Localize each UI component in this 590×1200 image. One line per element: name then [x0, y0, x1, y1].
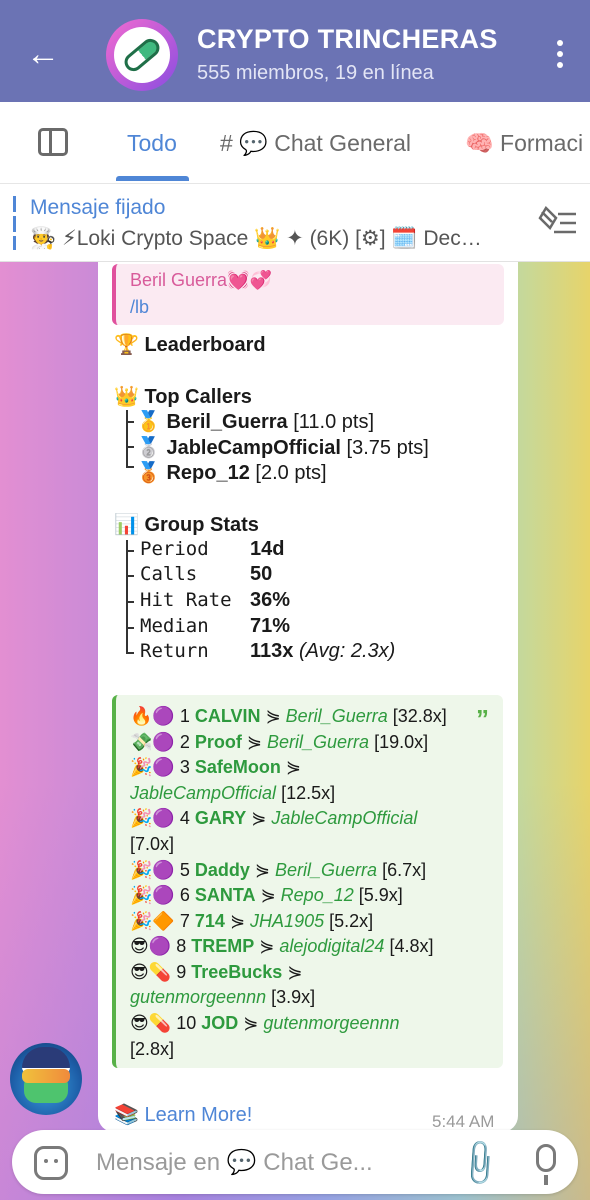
- top-callers-heading: 👑 Top Callers: [114, 386, 252, 408]
- more-options-icon[interactable]: [548, 36, 572, 72]
- pill-logo-icon: [114, 27, 170, 83]
- tab-todo[interactable]: Todo: [127, 102, 177, 183]
- call-row-wrap: gutenmorgeennn [3.9x]: [130, 987, 316, 1007]
- sticker-icon[interactable]: [34, 1146, 68, 1180]
- call-row: 🎉🟣 4 GARY ⋟ JableCampOfficial: [130, 808, 418, 828]
- pinned-text: 🧑‍🍳 ⚡Loki Crypto Space 👑 ✦ (6K) [⚙] 🗓️ D…: [30, 227, 482, 250]
- call-row: 🔥🟣 1 CALVIN ⋟ Beril_Guerra [32.8x]: [130, 706, 447, 726]
- active-tab-indicator: [116, 176, 189, 181]
- call-row: 😎🟣 8 TREMP ⋟ alejodigital24 [4.8x]: [130, 936, 434, 956]
- sender-avatar[interactable]: [10, 1043, 82, 1115]
- stat-label: Return: [140, 640, 209, 662]
- top-caller-row: 🥈 JableCampOfficial [3.75 pts]: [136, 437, 429, 459]
- pinned-message-bar[interactable]: Mensaje fijado 🧑‍🍳 ⚡Loki Crypto Space 👑 …: [0, 184, 590, 262]
- member-count: 555 miembros, 19 en línea: [197, 62, 434, 84]
- pinned-label: Mensaje fijado: [30, 196, 166, 219]
- stat-value: 50: [250, 563, 273, 585]
- top-caller-row: 🥇 Beril_Guerra [11.0 pts]: [136, 411, 374, 433]
- leaderboard-heading: 🏆 Leaderboard: [114, 334, 266, 356]
- group-stats-heading: 📊 Group Stats: [114, 514, 259, 536]
- tab-chat-general[interactable]: # 💬 Chat General: [220, 102, 411, 183]
- call-row: 🎉🟣 3 SafeMoon ⋟: [130, 757, 301, 777]
- back-arrow-icon[interactable]: ←: [26, 34, 66, 74]
- stat-label: Median: [140, 615, 209, 637]
- reply-preview[interactable]: Beril Guerra💓💞 /lb: [112, 264, 504, 325]
- message-input[interactable]: Mensaje en 💬 Chat Ge...: [96, 1148, 373, 1177]
- quote-icon: ”: [476, 704, 489, 734]
- topic-tabs: Todo # 💬 Chat General 🧠 Formaci: [0, 102, 590, 184]
- topics-list-icon[interactable]: [38, 128, 68, 156]
- stat-value: 36%: [250, 589, 291, 611]
- microphone-icon[interactable]: [536, 1144, 556, 1185]
- pinned-list-icon[interactable]: [536, 206, 580, 240]
- stat-value: 113x (Avg: 2.3x): [250, 640, 396, 662]
- call-row: 😎💊 10 JOD ⋟ gutenmorgeennn: [130, 1013, 400, 1033]
- top-caller-row: 🥉 Repo_12 [2.0 pts]: [136, 462, 327, 484]
- call-row-wrap: [2.8x]: [130, 1039, 175, 1059]
- message-time: 5:44 AM: [432, 1112, 495, 1131]
- pinned-indicator: [13, 196, 16, 250]
- call-row: 💸🟣 2 Proof ⋟ Beril_Guerra [19.0x]: [130, 732, 429, 752]
- reply-author: Beril Guerra💓💞: [130, 270, 272, 290]
- chat-header: ← CRYPTO TRINCHERAS 555 miembros, 19 en …: [0, 0, 590, 102]
- call-row: 🎉🔶 7 714 ⋟ JHA1905 [5.2x]: [130, 911, 374, 931]
- stat-label: Hit Rate: [140, 589, 232, 611]
- attach-icon[interactable]: 📎: [452, 1135, 507, 1190]
- call-row: 🎉🟣 6 SANTA ⋟ Repo_12 [5.9x]: [130, 885, 403, 905]
- call-row-wrap: JableCampOfficial [12.5x]: [130, 783, 336, 803]
- tab-formacion[interactable]: 🧠 Formaci: [465, 102, 583, 183]
- reply-text: /lb: [130, 297, 150, 317]
- learn-more-link[interactable]: 📚 Learn More!: [114, 1102, 252, 1127]
- stat-value: 14d: [250, 538, 285, 560]
- call-row-wrap: [7.0x]: [130, 834, 175, 854]
- call-row: 🎉🟣 5 Daddy ⋟ Beril_Guerra [6.7x]: [130, 860, 427, 880]
- message-input-bar: Mensaje en 💬 Chat Ge... 📎: [12, 1130, 578, 1194]
- group-avatar[interactable]: [106, 19, 178, 91]
- stat-value: 71%: [250, 615, 291, 637]
- call-row: 😎💊 9 TreeBucks ⋟: [130, 962, 303, 982]
- stat-label: Calls: [140, 563, 198, 585]
- stat-label: Period: [140, 538, 209, 560]
- chat-title[interactable]: CRYPTO TRINCHERAS: [197, 24, 498, 55]
